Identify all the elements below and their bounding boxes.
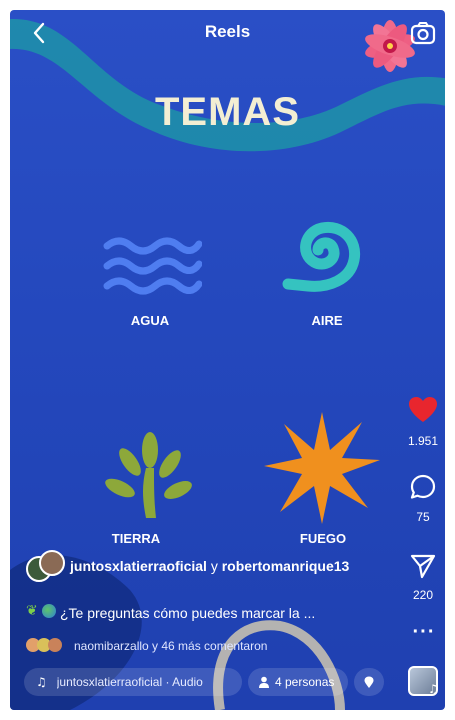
camera-icon[interactable] [408, 18, 438, 48]
avatar [39, 550, 65, 576]
leaf-emoji-icon: ❦ [26, 603, 38, 619]
more-options-icon[interactable]: ··· [411, 622, 437, 642]
like-count: 1.951 [407, 434, 439, 448]
water-waves-icon [103, 237, 202, 295]
person-icon [259, 676, 269, 688]
themes-heading: TEMAS [155, 90, 300, 134]
location-pin-icon [364, 676, 374, 688]
share-count: 220 [412, 588, 434, 602]
author-avatars[interactable] [26, 550, 66, 586]
music-note-icon: ♫ [36, 675, 47, 689]
avatar [48, 638, 62, 652]
post-caption[interactable]: ¿Te preguntas cómo puedes marcar la ... [60, 605, 315, 621]
share-send-icon[interactable] [409, 552, 437, 580]
author-secondary[interactable]: robertomanrique13 [222, 558, 350, 574]
post-authors[interactable]: juntosxlatierraoficial y robertomanrique… [70, 558, 349, 574]
people-label: 4 personas [275, 675, 335, 689]
globe-emoji-icon [42, 604, 56, 618]
comments-summary[interactable]: naomibarzallo y 46 más comentaron [74, 639, 267, 653]
reel-screen: Reels TEMAS AGUA AIRE TIERRA FUEGO 1.951… [10, 10, 445, 710]
comment-icon[interactable] [409, 473, 437, 501]
earth-leaf-icon [105, 432, 192, 518]
music-note-icon: ♫ [428, 682, 439, 696]
theme-label-agua: AGUA [130, 313, 170, 328]
air-spiral-icon [282, 221, 361, 292]
audio-label: juntosxlatierraoficial · Audio [56, 675, 203, 689]
like-heart-icon[interactable] [408, 396, 438, 424]
fire-star-icon [264, 412, 380, 524]
page-title: Reels [204, 22, 251, 41]
author-primary[interactable]: juntosxlatierraoficial [70, 558, 207, 574]
location-pill[interactable] [354, 668, 384, 696]
theme-label-aire: AIRE [311, 313, 343, 328]
author-joiner: y [206, 558, 222, 574]
audio-pill[interactable]: ♫ juntosxlatierraoficial · Audio [24, 668, 242, 696]
people-pill[interactable]: 4 personas [248, 668, 348, 696]
commenter-avatars [26, 638, 70, 654]
comment-count: 75 [416, 510, 430, 524]
